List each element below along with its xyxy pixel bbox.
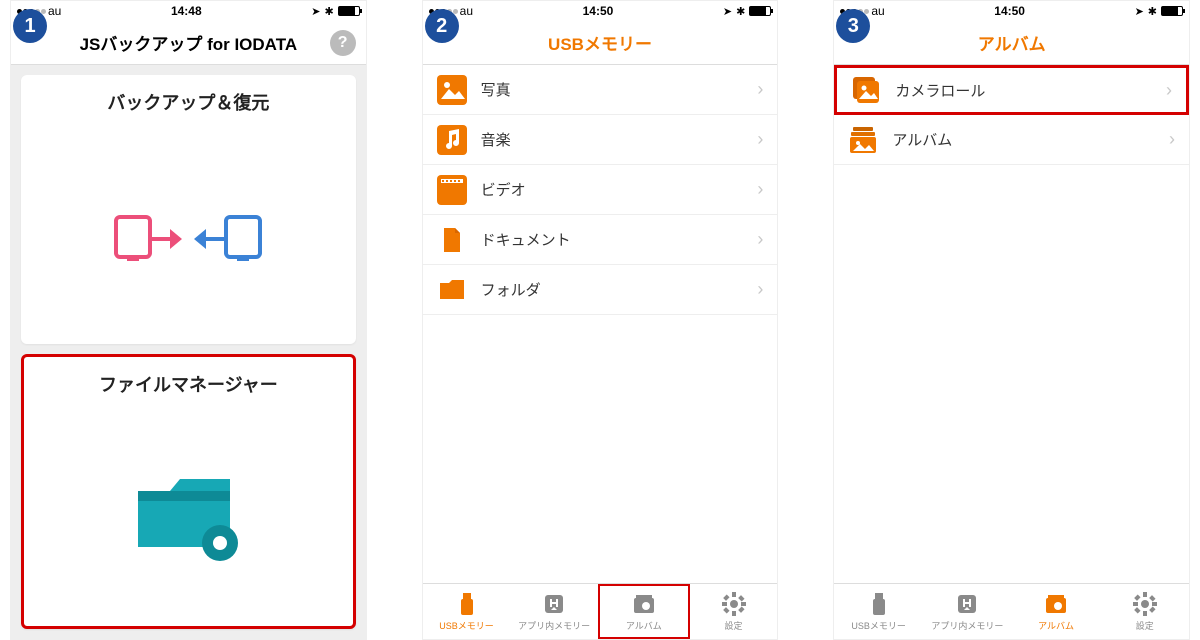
carrier-label: au <box>48 4 61 18</box>
tab-label: アルバム <box>1038 619 1074 632</box>
clock-label: 14:48 <box>61 4 311 18</box>
backup-restore-card[interactable]: バックアップ＆復元 <box>21 75 356 344</box>
screen-title: USBメモリー <box>548 30 652 55</box>
screen-2: 2 au 14:50 ➤ ✱ USBメモリー 写真 › 音楽 › ビデオ › <box>422 0 779 640</box>
screen-1: 1 au 14:48 ➤ ✱ JSバックアップ for IODATA ? バック… <box>10 0 367 640</box>
tab-settings[interactable]: 設定 <box>1100 584 1189 639</box>
tab-settings[interactable]: 設定 <box>690 584 778 639</box>
chevron-right-icon: › <box>1169 129 1175 150</box>
nav-header: アルバム <box>834 21 1189 65</box>
list-item-documents[interactable]: ドキュメント › <box>423 215 778 265</box>
clock-label: 14:50 <box>885 4 1135 18</box>
list-item-label: ドキュメント <box>481 229 758 250</box>
tab-bar: USBメモリー アプリ内メモリー アルバム 設定 <box>423 583 778 639</box>
step-badge: 1 <box>13 9 47 43</box>
photo-stack-icon <box>851 75 881 105</box>
chevron-right-icon: › <box>757 279 763 300</box>
nav-header: USBメモリー <box>423 21 778 65</box>
tab-album[interactable]: アルバム <box>598 584 690 639</box>
file-manager-card[interactable]: ファイルマネージャー <box>21 354 356 629</box>
tab-label: 設定 <box>725 619 743 632</box>
list-item-label: 写真 <box>481 79 758 100</box>
list-item-music[interactable]: 音楽 › <box>423 115 778 165</box>
tab-usb-memory[interactable]: USBメモリー <box>834 584 923 639</box>
status-bar: au 14:50 ➤ ✱ <box>423 1 778 21</box>
screen-title: アルバム <box>978 30 1046 55</box>
tab-bar: USBメモリー アプリ内メモリー アルバム 設定 <box>834 583 1189 639</box>
tab-label: アプリ内メモリー <box>931 619 1003 632</box>
clock-label: 14:50 <box>473 4 723 18</box>
tab-label: 設定 <box>1136 619 1154 632</box>
list-item-album[interactable]: アルバム › <box>834 115 1189 165</box>
location-icon: ➤ <box>1135 5 1144 18</box>
list-item-camera-roll[interactable]: カメラロール › <box>834 65 1189 115</box>
bluetooth-icon: ✱ <box>1148 5 1157 18</box>
video-icon <box>437 175 467 205</box>
list-item-folder[interactable]: フォルダ › <box>423 265 778 315</box>
chevron-right-icon: › <box>757 129 763 150</box>
tab-app-memory[interactable]: アプリ内メモリー <box>510 584 598 639</box>
battery-icon <box>338 6 360 16</box>
chevron-right-icon: › <box>757 229 763 250</box>
list-item-label: アルバム <box>892 129 1169 150</box>
tab-app-memory[interactable]: アプリ内メモリー <box>923 584 1012 639</box>
battery-icon <box>749 6 771 16</box>
nav-header: JSバックアップ for IODATA ? <box>11 21 366 65</box>
battery-icon <box>1161 6 1183 16</box>
carrier-label: au <box>871 4 884 18</box>
document-icon <box>437 225 467 255</box>
folder-gear-icon <box>128 421 248 612</box>
tab-label: アルバム <box>626 619 662 632</box>
folder-icon <box>437 275 467 305</box>
list-item-video[interactable]: ビデオ › <box>423 165 778 215</box>
album-stack-icon <box>848 125 878 155</box>
backup-restore-icon <box>112 139 264 330</box>
tab-label: アプリ内メモリー <box>518 619 590 632</box>
file-manager-title: ファイルマネージャー <box>99 371 278 397</box>
help-button[interactable]: ? <box>330 30 356 56</box>
carrier-label: au <box>460 4 473 18</box>
location-icon: ➤ <box>311 5 320 18</box>
list-item-photos[interactable]: 写真 › <box>423 65 778 115</box>
app-title: JSバックアップ for IODATA <box>80 30 298 55</box>
tab-label: USBメモリー <box>439 619 494 632</box>
tab-usb-memory[interactable]: USBメモリー <box>423 584 511 639</box>
list-item-label: 音楽 <box>481 129 758 150</box>
screen-3: 3 au 14:50 ➤ ✱ アルバム カメラロール › アルバム › USBメ… <box>833 0 1190 640</box>
chevron-right-icon: › <box>757 79 763 100</box>
location-icon: ➤ <box>723 5 732 18</box>
step-badge: 2 <box>425 9 459 43</box>
tab-label: USBメモリー <box>851 619 906 632</box>
chevron-right-icon: › <box>1166 80 1172 101</box>
bluetooth-icon: ✱ <box>324 5 333 18</box>
bluetooth-icon: ✱ <box>736 5 745 18</box>
status-bar: au 14:48 ➤ ✱ <box>11 1 366 21</box>
status-bar: au 14:50 ➤ ✱ <box>834 1 1189 21</box>
tab-album[interactable]: アルバム <box>1012 584 1101 639</box>
list-item-label: フォルダ <box>481 279 758 300</box>
music-icon <box>437 125 467 155</box>
list-item-label: ビデオ <box>481 179 758 200</box>
chevron-right-icon: › <box>757 179 763 200</box>
photo-icon <box>437 75 467 105</box>
list-item-label: カメラロール <box>895 80 1166 101</box>
backup-restore-title: バックアップ＆復元 <box>107 89 269 115</box>
